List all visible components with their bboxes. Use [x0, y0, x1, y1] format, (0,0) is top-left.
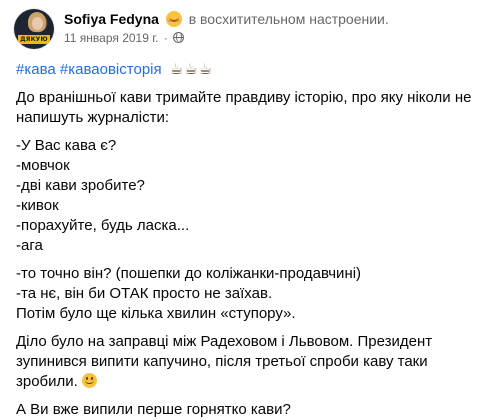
text-line: До вранішньої кави тримайте правдиву іст… — [16, 89, 472, 106]
paragraph-question: А Ви вже випили перше горнятко кави? — [16, 400, 481, 420]
text-line: -порахуйте, будь ласка... — [16, 217, 190, 234]
feeling-text: в восхитительном настроении. — [188, 11, 389, 27]
hashtag-line: #кава #каваовісторія ☕☕☕ — [16, 60, 481, 80]
text-line: -то точно він? (пошепки до коліжанки-про… — [16, 265, 362, 282]
text-line: -та нє, він би ОТАК просто не заїхав. — [16, 285, 273, 302]
avatar[interactable]: ДЯКУЮ — [14, 9, 54, 49]
post-meta: Sofiya Fedyna в восхитительном настроени… — [64, 9, 389, 46]
text-line: -кивок — [16, 197, 59, 214]
text-line: напишуть журналісти: — [16, 109, 170, 126]
text-line: -мовчок — [16, 157, 70, 174]
separator-dot: · — [163, 31, 168, 45]
text-line: Діло було на заправці між Радеховом і Ль… — [16, 333, 433, 350]
avatar-face — [32, 17, 43, 30]
author-name[interactable]: Sofiya Fedyna — [64, 11, 159, 27]
blushing-face-icon — [165, 11, 182, 27]
hashtag-kava[interactable]: #кава — [16, 61, 56, 78]
globe-icon[interactable] — [173, 32, 185, 43]
hashtag-kavaovistoriia[interactable]: #каваовісторія — [60, 61, 162, 78]
text-line: -ага — [16, 237, 43, 254]
paragraph-intro: До вранішньої кави тримайте правдиву іст… — [16, 88, 481, 128]
post-date[interactable]: 11 января 2019 г. — [64, 31, 158, 45]
paragraph-whisper: -то точно він? (пошепки до коліжанки-про… — [16, 264, 481, 324]
text-line: Потім було ще кілька хвилин «ступору». — [16, 305, 296, 322]
post-header: ДЯКУЮ Sofiya Fedyna в восхитительном нас… — [14, 9, 389, 53]
text-line-with-emoji: зробили. — [16, 372, 481, 392]
author-line: Sofiya Fedyna в восхитительном настроени… — [64, 10, 389, 28]
text-fragment: зробили. — [16, 373, 78, 390]
post-body: #кава #каваовісторія ☕☕☕ До вранішньої к… — [16, 60, 481, 420]
text-line: -дві кави зробите? — [16, 177, 145, 194]
paragraph-dialogue: -У Вас кава є? -мовчок -дві кави зробите… — [16, 136, 481, 256]
slightly-smiling-face-icon — [81, 373, 97, 388]
text-line: зупинився випити капучино, після третьої… — [16, 353, 428, 370]
text-line: А Ви вже випили перше горнятко кави? — [16, 401, 291, 418]
coffee-cup-icons: ☕☕☕ — [169, 61, 214, 78]
text-line: -У Вас кава є? — [16, 137, 117, 154]
paragraph-story: Діло було на заправці між Радеховом і Ль… — [16, 332, 481, 392]
facebook-post: ДЯКУЮ Sofiya Fedyna в восхитительном нас… — [0, 0, 491, 418]
avatar-badge: ДЯКУЮ — [18, 35, 50, 44]
timestamp-line: 11 января 2019 г. · — [64, 30, 389, 46]
